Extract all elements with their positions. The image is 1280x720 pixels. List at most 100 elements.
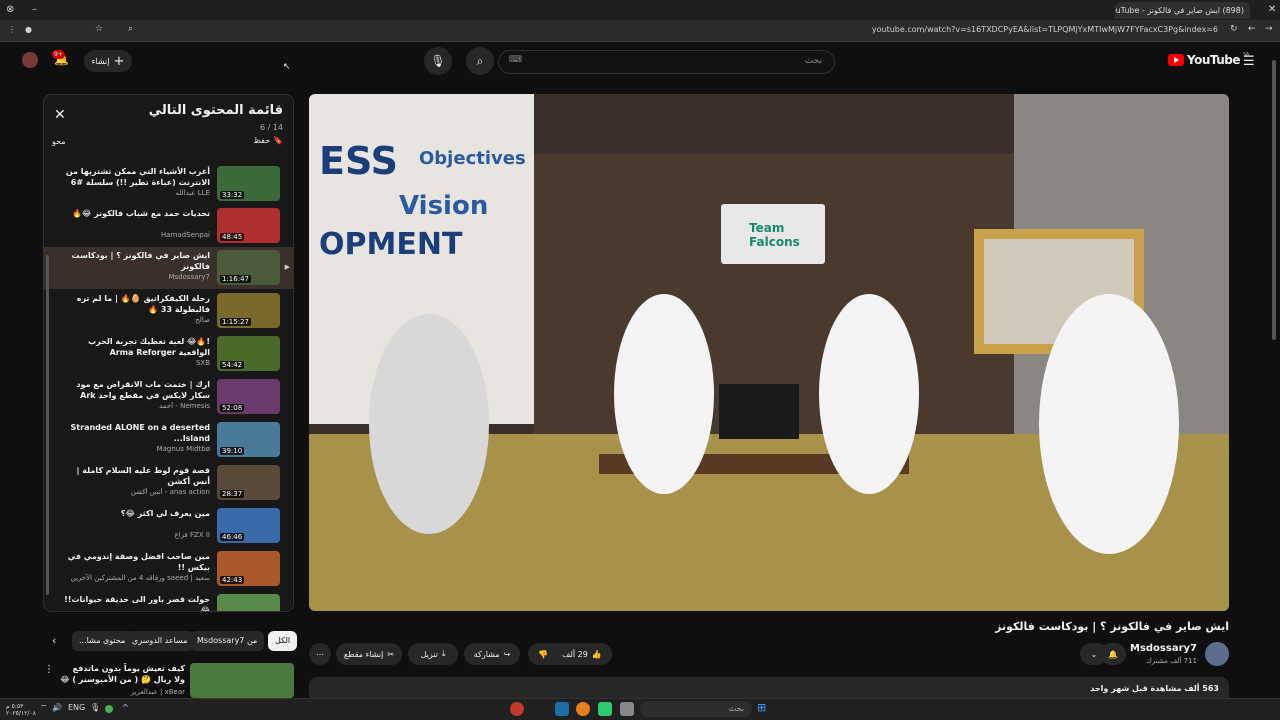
like-icon[interactable]: 👍 xyxy=(592,650,602,659)
chip-prev-icon[interactable]: ‹ xyxy=(52,634,56,647)
playlist-item-title[interactable]: !🔥😂 لعبة تعطيك تجربة الحرب الواقعية Arma… xyxy=(60,336,210,358)
rec-more-icon[interactable]: ⋮ xyxy=(44,664,54,675)
playlist-item[interactable]: 42:43 مين صاحب افضل وصفة إندومي في بيكس !… xyxy=(44,548,293,590)
video-player[interactable]: ESS OPMENT Vision Objectives Team Falcon… xyxy=(309,94,1229,611)
windows-start-icon[interactable]: ⊞ xyxy=(757,701,766,714)
download-button[interactable]: ⤓ تنزيل xyxy=(408,643,458,665)
minimize-icon[interactable]: – xyxy=(32,4,37,15)
playlist-scrollbar[interactable] xyxy=(46,255,49,595)
window-menu-icon[interactable]: ⊗ xyxy=(6,4,14,15)
playlist-item-title[interactable]: رحلة الكيفكراتيق 🥚🔥 | ما لم تره فالبطولة… xyxy=(60,293,210,315)
rec-title[interactable]: كيف تعيش يوماً بدون ماتدفع ولا ريال 🤔 ( … xyxy=(60,663,185,685)
rec-thumbnail[interactable] xyxy=(190,663,294,698)
playlist-thumbnail[interactable]: 42:43 xyxy=(217,551,280,586)
chip-related[interactable]: محتوى مشا... xyxy=(72,631,133,651)
chip-from-channel[interactable]: من Msdossary7 xyxy=(190,631,265,651)
duration-badge: 52:08 xyxy=(220,404,245,412)
bell-button[interactable]: 🔔 xyxy=(1100,643,1126,665)
browser-icon[interactable] xyxy=(576,702,590,716)
app-icon-record[interactable] xyxy=(510,702,524,716)
dislike-icon[interactable]: 👎 xyxy=(538,650,548,659)
volume-icon[interactable]: 🔊 xyxy=(52,703,62,712)
playlist-item[interactable]: 46:46 مين يعرف لي اكثر 😂؟ FZX II فزاع xyxy=(44,505,293,547)
playlist-thumbnail[interactable]: 32:17 xyxy=(217,594,280,611)
playlist-thumbnail[interactable]: 1:15:27 xyxy=(217,293,280,328)
like-count[interactable]: 29 ألف xyxy=(562,650,588,659)
save-label: حفظ xyxy=(253,136,271,145)
playlist-item-title[interactable]: أغرب الأشياء التي ممكن تشتريها من الانتر… xyxy=(60,166,210,188)
close-icon[interactable]: ✕ xyxy=(54,107,66,123)
chip-all[interactable]: الكل xyxy=(268,631,298,651)
playlist-thumbnail[interactable]: 1:16:47 xyxy=(217,250,280,285)
sidebar-icon[interactable]: ⋮ xyxy=(8,25,16,34)
playlist-item[interactable]: 32:17 حولت قصر باور الى حديقة حيوانات!! 😂 xyxy=(44,591,293,611)
views-line: 563 ألف مشاهدة قبل شهر واحد xyxy=(1090,684,1219,693)
steam-icon[interactable] xyxy=(555,702,569,716)
voice-search-button[interactable]: 🎙 xyxy=(424,47,452,75)
playlist-thumbnail[interactable]: 28:37 xyxy=(217,465,280,500)
youtube-play-icon xyxy=(1168,54,1184,66)
url-text[interactable]: youtube.com/watch?v=s16TXDCPyEA&list=TLP… xyxy=(872,25,1218,34)
playlist-item-title[interactable]: حولت قصر باور الى حديقة حيوانات!! 😂 xyxy=(60,594,210,611)
playlist-item[interactable]: 48:45 تحديات حمد مع شباب فالكونز 😂🔥 HamadS… xyxy=(44,205,293,247)
playlist-item-title[interactable]: مين يعرف لي اكثر 😂؟ xyxy=(60,508,210,519)
playlist-thumbnail[interactable]: 48:45 xyxy=(217,208,280,243)
playlist-item-title[interactable]: ايش صاير في فالكونز ؟ | بودكاست فالكونز xyxy=(60,250,210,272)
search-input[interactable]: بحث ⌨ xyxy=(498,50,835,74)
browser-tab[interactable]: (898) ايش صاير في فالكونز - YouTube xyxy=(1115,2,1250,19)
playlist-item-title[interactable]: ارك | ختمت ماب الانقراض مع مود سكار لايك… xyxy=(60,379,210,401)
chevron-down-icon: ⌄ xyxy=(1090,649,1098,659)
playlist-thumbnail[interactable]: 46:46 xyxy=(217,508,280,543)
close-window-icon[interactable]: ✕ xyxy=(1268,4,1276,15)
playlist-item[interactable]: 1:16:47 ايش صاير في فالكونز ؟ | بودكاست ف… xyxy=(44,247,293,289)
playlist-item-title[interactable]: تحديات حمد مع شباب فالكونز 😂🔥 xyxy=(60,208,210,219)
reload-icon[interactable]: ↻ xyxy=(1230,24,1238,34)
playlist-thumbnail[interactable]: 52:08 xyxy=(217,379,280,414)
save-playlist-button[interactable]: 🔖 حفظ xyxy=(253,136,283,145)
playlist-item[interactable]: 54:42 !🔥😂 لعبة تعطيك تجربة الحرب الواقعية… xyxy=(44,333,293,375)
bookmark-icon[interactable]: ☆ xyxy=(95,24,103,34)
playlist-item-title[interactable]: قصة قوم لوط عليه السلام كاملة | أنس أكشن xyxy=(60,465,210,487)
playlist-thumbnail[interactable]: 39:10 xyxy=(217,422,280,457)
playlist-item-channel: Nemesis - أحمد xyxy=(159,402,210,410)
playlist-item[interactable]: 39:10 Stranded ALONE on a deserted Island… xyxy=(44,419,293,461)
svg-text:Team: Team xyxy=(749,221,784,235)
page-scrollbar[interactable] xyxy=(1272,60,1276,340)
playlist-item[interactable]: 52:08 ارك | ختمت ماب الانقراض مع مود سكار… xyxy=(44,376,293,418)
playlist-item[interactable]: 1:15:27 رحلة الكيفكراتيق 🥚🔥 | ما لم تره ف… xyxy=(44,290,293,332)
language-indicator[interactable]: ENG xyxy=(68,703,85,712)
playlist-item-title[interactable]: مين صاحب افضل وصفة إندومي في بيكس !! xyxy=(60,551,210,573)
playlist-item[interactable]: 28:37 قصة قوم لوط عليه السلام كاملة | أنس… xyxy=(44,462,293,504)
clear-button[interactable]: محو xyxy=(52,137,66,146)
back-icon[interactable]: ← xyxy=(1248,24,1256,34)
keyboard-icon[interactable]: ⌨ xyxy=(509,55,522,65)
search-placeholder: بحث xyxy=(804,56,822,66)
tray-expand-icon[interactable]: ^ xyxy=(122,703,129,712)
clock[interactable]: ٥:٥٣ م ٢٠٢٥/١٢/٠٨ xyxy=(6,703,36,717)
mic-tray-icon[interactable]: 🎙 xyxy=(90,703,100,712)
wifi-icon[interactable]: ⌔ xyxy=(40,703,48,713)
playlist-item[interactable]: 33:32 أغرب الأشياء التي ممكن تشتريها من ا… xyxy=(44,163,293,205)
forward-icon[interactable]: → xyxy=(1265,24,1273,34)
youtube-logo[interactable]: YouTube SA xyxy=(1168,52,1249,67)
channel-name[interactable]: Msdossary7 xyxy=(1130,643,1197,654)
playlist-thumbnail[interactable]: 54:42 xyxy=(217,336,280,371)
chip-musaed[interactable]: مساعد الدوسري xyxy=(125,631,195,651)
taskbar-search[interactable]: بحث xyxy=(640,701,752,717)
search-button[interactable]: ⌕ xyxy=(466,47,494,75)
zoom-icon[interactable]: ⌕ xyxy=(128,24,133,34)
create-button[interactable]: + إنشاء xyxy=(84,50,132,72)
duration-badge: 1:16:47 xyxy=(220,275,251,283)
chrome-icon[interactable] xyxy=(598,702,612,716)
clip-button[interactable]: ✂ إنشاء مقطع xyxy=(336,643,402,665)
explorer-icon[interactable] xyxy=(620,702,634,716)
share-button[interactable]: ↪ مشاركة xyxy=(464,643,520,665)
playlist-thumbnail[interactable]: 33:32 xyxy=(217,166,280,201)
stop-icon[interactable]: ● xyxy=(25,25,32,34)
menu-icon[interactable]: ☰ xyxy=(1243,54,1255,69)
channel-avatar[interactable] xyxy=(1205,642,1229,666)
more-actions-button[interactable]: ⋯ xyxy=(309,643,331,665)
playlist-count: 6 / 14 xyxy=(259,123,283,132)
avatar[interactable] xyxy=(22,52,38,68)
playlist-item-title[interactable]: Stranded ALONE on a deserted Island... xyxy=(60,422,210,444)
